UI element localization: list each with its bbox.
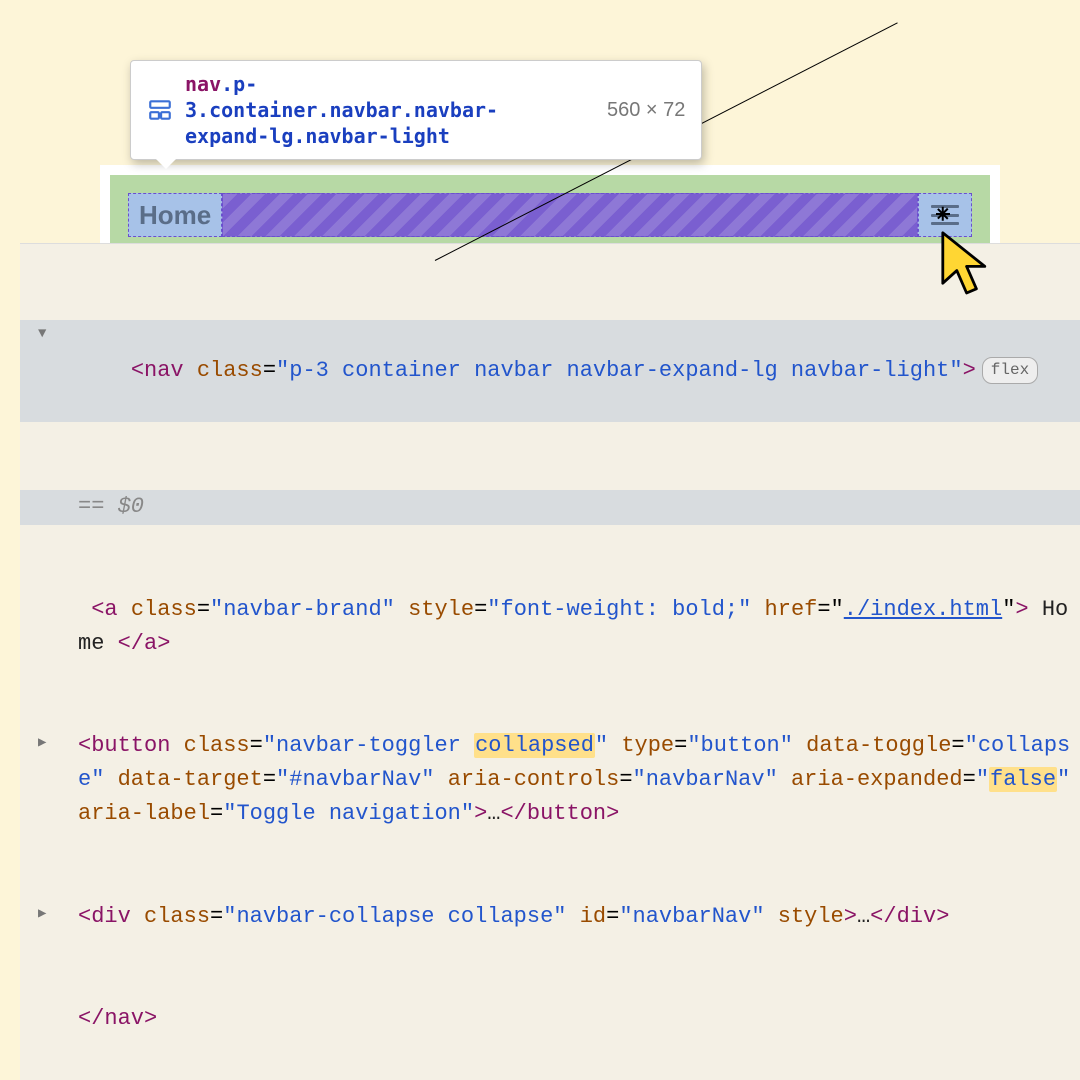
navbar-flex-space	[222, 193, 918, 237]
code-line-anchor[interactable]: <a class="navbar-brand" style="font-weig…	[20, 593, 1080, 661]
code-line-nav-open[interactable]: ▼<nav class="p-3 container navbar navbar…	[20, 320, 1080, 422]
inspector-tooltip: nav.p-3.container.navbar.navbar-expand-l…	[130, 60, 702, 160]
cursor-icon	[940, 230, 996, 305]
layout-icon	[147, 97, 173, 123]
expand-arrow-icon[interactable]: ▶	[38, 733, 46, 755]
flex-badge[interactable]: flex	[982, 357, 1038, 384]
tooltip-dimensions: 560 × 72	[607, 99, 685, 122]
code-line-selected-marker: == $0	[20, 490, 1080, 524]
code-line-div[interactable]: ▶<div class="navbar-collapse collapse" i…	[20, 900, 1080, 934]
navbar-brand[interactable]: Home	[128, 193, 222, 237]
navbar-brand-text: Home	[139, 200, 211, 231]
code-line-nav-close[interactable]: </nav>	[20, 1002, 1080, 1036]
devtools-elements-panel[interactable]: ▼<nav class="p-3 container navbar navbar…	[20, 243, 1080, 1080]
tooltip-selector: nav.p-3.container.navbar.navbar-expand-l…	[185, 71, 565, 149]
code-line-button[interactable]: ▶<button class="navbar-toggler collapsed…	[20, 729, 1080, 831]
expand-arrow-icon[interactable]: ▼	[38, 324, 46, 346]
expand-arrow-icon[interactable]: ▶	[38, 904, 46, 926]
